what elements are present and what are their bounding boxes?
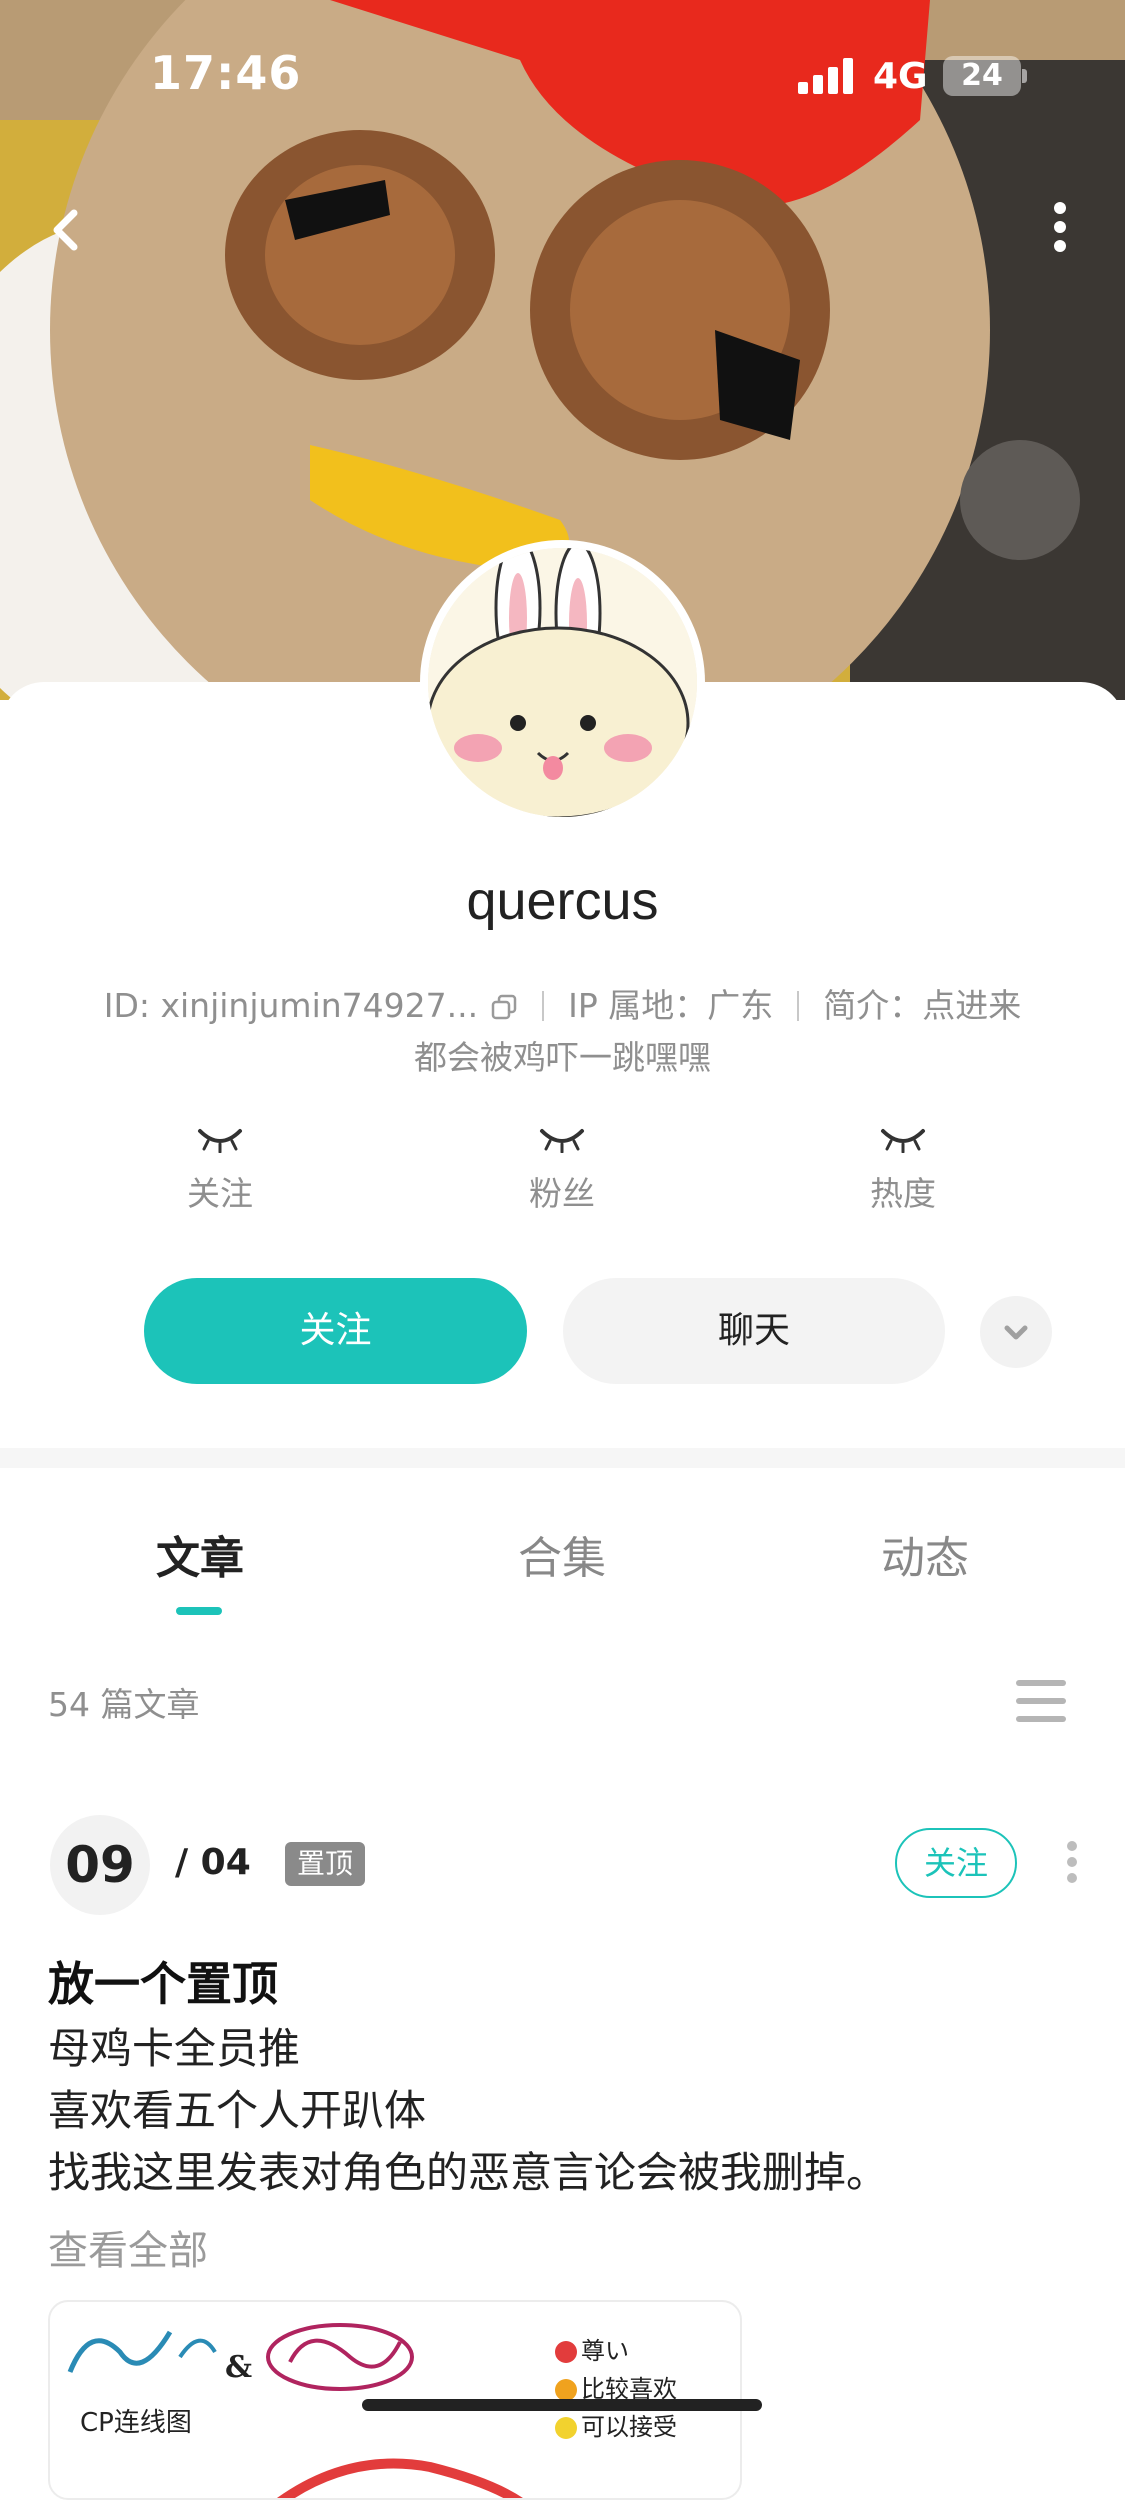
ip-location: IP 属地：广东 [568, 986, 774, 1025]
stats-row: 关注 粉丝 热度 [0, 1125, 1125, 1225]
image-caption: CP连线图 [80, 2408, 192, 2438]
stat-label: 粉丝 [529, 1174, 595, 1213]
chevron-down-icon [1004, 1325, 1028, 1340]
post-more-button[interactable] [1060, 1835, 1084, 1895]
expand-button[interactable] [980, 1296, 1052, 1368]
chat-button[interactable]: 聊天 [563, 1278, 945, 1384]
user-id: ID: xinjinjumin74927... [103, 986, 479, 1025]
active-tab-indicator [176, 1607, 222, 1615]
legend-dot [555, 2379, 577, 2401]
tab-activity[interactable]: 动态 [775, 1522, 1075, 1586]
post-body[interactable]: 母鸡卡全员推 喜欢看五个人开趴体 找我这里发表对角色的恶意言论会被我删掉。 [48, 2018, 888, 2204]
closed-eye-icon [881, 1129, 925, 1153]
stat-popularity[interactable]: 热度 [803, 1125, 1003, 1215]
content-tabs: 文章 合集 动态 [0, 1500, 1125, 1620]
post-line: 找我这里发表对角色的恶意言论会被我删掉。 [48, 2148, 889, 2197]
article-count: 54 篇文章 [48, 1685, 200, 1724]
profile-meta: ID: xinjinjumin74927... IP 属地：广东 简介：点进来 都会… [60, 980, 1065, 1084]
post-month: / 04 [175, 1842, 251, 1883]
back-button[interactable] [40, 195, 110, 265]
avatar[interactable] [420, 540, 705, 825]
copy-icon[interactable] [490, 993, 518, 1021]
dot [1054, 221, 1066, 233]
stat-following[interactable]: 关注 [120, 1125, 320, 1215]
status-time: 17:46 [150, 46, 302, 100]
section-divider [0, 1448, 1125, 1468]
image-legend: 尊い 比较喜欢 可以接受 [555, 2332, 677, 2446]
more-options-button[interactable] [1040, 195, 1080, 265]
username: quercus [466, 871, 659, 931]
divider [797, 991, 800, 1021]
svg-text:&: & [225, 2350, 252, 2385]
post-line: 喜欢看五个人开趴体 [48, 2086, 427, 2135]
bio-label: 简介：点进来 [823, 986, 1022, 1025]
bunny-avatar-image [428, 548, 697, 817]
post-day: 09 [50, 1815, 150, 1915]
follow-button[interactable]: 关注 [144, 1278, 527, 1384]
closed-eye-icon [198, 1129, 242, 1153]
pinned-badge: 置顶 [285, 1842, 366, 1886]
home-indicator[interactable] [362, 2399, 762, 2411]
post-follow-button[interactable]: 关注 [895, 1828, 1017, 1898]
stat-label: 热度 [870, 1174, 936, 1213]
tab-articles[interactable]: 文章 [50, 1522, 350, 1586]
signal-icon [798, 58, 858, 94]
legend-label: 尊い [581, 2337, 629, 2365]
battery-icon: 24 [943, 56, 1021, 96]
network-type: 4G [873, 56, 928, 97]
post-line: 母鸡卡全员推 [48, 2024, 301, 2073]
dot [1054, 202, 1066, 214]
legend-dot [555, 2341, 577, 2363]
see-all-link[interactable]: 查看全部 [48, 2218, 208, 2276]
closed-eye-icon [540, 1129, 584, 1153]
legend-label: 可以接受 [581, 2413, 677, 2441]
stat-label: 关注 [187, 1174, 253, 1213]
post-title[interactable]: 放一个置顶 [48, 1948, 278, 2014]
tab-collections[interactable]: 合集 [412, 1522, 712, 1586]
battery-cap [1022, 69, 1027, 83]
status-bar: 17:46 4G 24 [0, 0, 1125, 150]
stat-followers[interactable]: 粉丝 [462, 1125, 662, 1215]
divider [542, 991, 545, 1021]
chevron-left-icon [53, 209, 78, 251]
dot [1054, 240, 1066, 252]
bio-text: 都会被鸡吓一跳嘿嘿 [414, 1038, 711, 1077]
list-view-icon[interactable] [1016, 1680, 1066, 1724]
